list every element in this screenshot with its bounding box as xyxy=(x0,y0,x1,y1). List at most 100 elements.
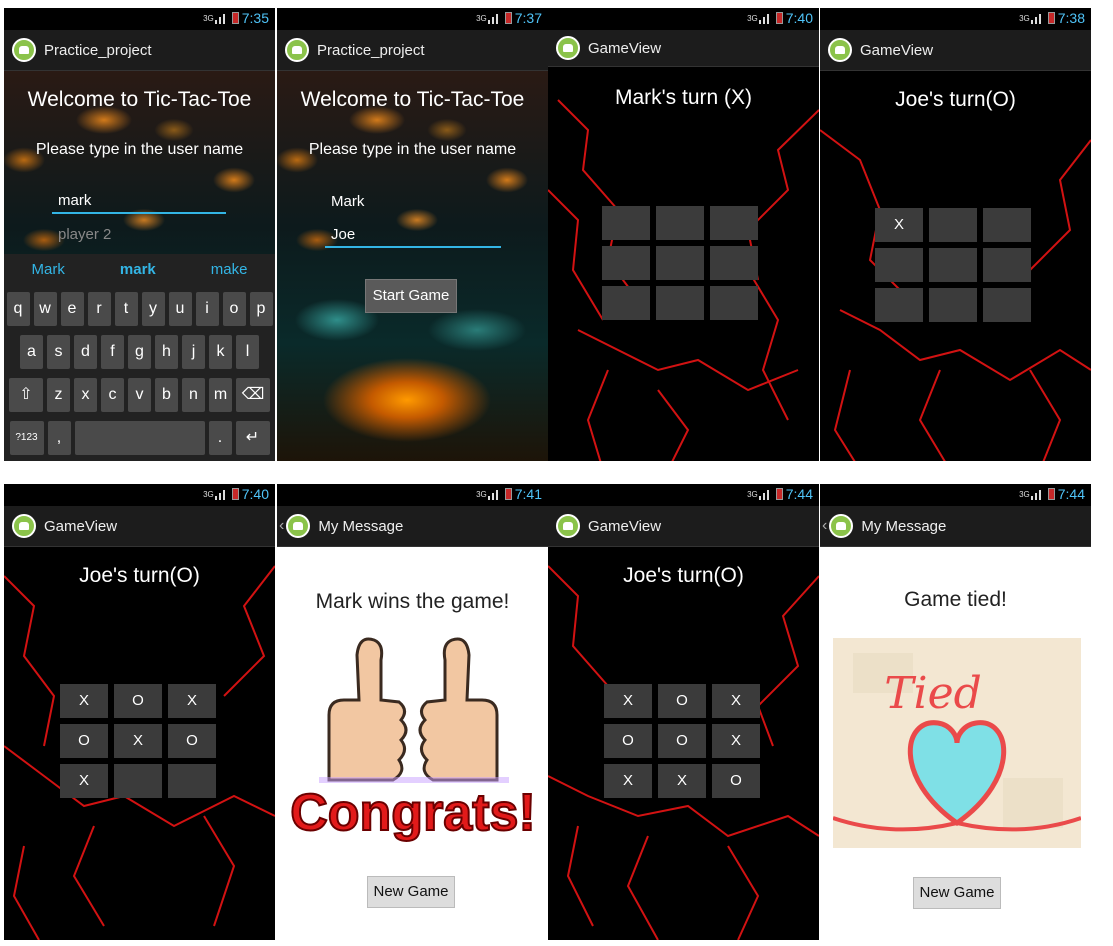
board-cell[interactable]: O xyxy=(604,724,652,758)
suggestion-item[interactable]: make xyxy=(211,261,248,278)
board-cell[interactable] xyxy=(983,248,1031,282)
key[interactable]: m xyxy=(209,378,232,412)
key[interactable]: x xyxy=(74,378,97,412)
key[interactable]: w xyxy=(33,292,57,326)
board-cell[interactable] xyxy=(168,764,216,798)
key[interactable]: e xyxy=(60,292,84,326)
key[interactable]: h xyxy=(155,335,178,369)
board-cell[interactable] xyxy=(710,246,758,280)
symbols-key[interactable]: ?123 xyxy=(9,421,44,455)
enter-key[interactable]: ↵ xyxy=(235,421,270,455)
board-cell[interactable] xyxy=(929,248,977,282)
key[interactable]: l xyxy=(236,335,259,369)
back-chevron-icon[interactable]: ‹ xyxy=(279,517,284,535)
key[interactable]: a xyxy=(20,335,43,369)
board-cell[interactable]: X xyxy=(712,724,760,758)
android-app-icon[interactable] xyxy=(556,514,580,538)
suggestion-item[interactable]: mark xyxy=(120,261,156,278)
board-cell[interactable]: O xyxy=(168,724,216,758)
player2-input[interactable]: Joe xyxy=(325,226,501,248)
board-cell[interactable]: X xyxy=(712,684,760,718)
board-cell[interactable]: X xyxy=(875,208,923,242)
key[interactable]: u xyxy=(168,292,192,326)
board-cell[interactable] xyxy=(710,206,758,240)
board-cell[interactable]: X xyxy=(658,764,706,798)
board-cell[interactable] xyxy=(602,206,650,240)
congrats-image: Congrats! xyxy=(289,630,537,862)
key[interactable]: g xyxy=(128,335,151,369)
board-cell[interactable] xyxy=(656,246,704,280)
space-key[interactable] xyxy=(74,421,205,455)
board-cell[interactable]: O xyxy=(114,684,162,718)
board-cell[interactable] xyxy=(710,286,758,320)
app-title: My Message xyxy=(861,517,947,535)
key[interactable]: b xyxy=(155,378,178,412)
key-row-2: a s d f g h j k l xyxy=(4,335,275,369)
key[interactable]: c xyxy=(101,378,124,412)
board-cell[interactable] xyxy=(983,288,1031,322)
board-cell[interactable]: O xyxy=(60,724,108,758)
android-app-icon[interactable] xyxy=(285,38,309,62)
board-cell[interactable]: X xyxy=(60,764,108,798)
board-cell[interactable]: X xyxy=(168,684,216,718)
key[interactable]: f xyxy=(101,335,124,369)
board-cell[interactable] xyxy=(656,286,704,320)
board-cell[interactable]: O xyxy=(658,684,706,718)
player1-input[interactable]: mark xyxy=(52,192,226,214)
action-bar: ‹ My Message xyxy=(820,506,1091,547)
start-game-button[interactable]: Start Game xyxy=(365,279,457,313)
android-app-icon[interactable] xyxy=(829,514,854,538)
back-chevron-icon[interactable]: ‹ xyxy=(822,517,827,535)
board-cell[interactable]: X xyxy=(604,684,652,718)
status-time: 7:38 xyxy=(1057,10,1085,26)
key[interactable]: r xyxy=(87,292,111,326)
key[interactable]: s xyxy=(47,335,70,369)
board-cell[interactable]: X xyxy=(60,684,108,718)
new-game-button[interactable]: New Game xyxy=(913,877,1001,909)
key[interactable]: o xyxy=(222,292,246,326)
suggestion-strip: Mark mark make xyxy=(4,254,275,284)
comma-key[interactable]: , xyxy=(47,421,71,455)
app-title: GameView xyxy=(588,517,662,535)
board-cell[interactable] xyxy=(114,764,162,798)
board-cell[interactable] xyxy=(929,208,977,242)
new-game-button[interactable]: New Game xyxy=(367,876,455,908)
android-app-icon[interactable] xyxy=(828,38,852,62)
player2-input[interactable]: player 2 xyxy=(52,226,226,248)
shift-key[interactable]: ⇧ xyxy=(9,378,43,412)
action-bar: GameView xyxy=(4,506,275,547)
key[interactable]: k xyxy=(209,335,232,369)
android-app-icon[interactable] xyxy=(12,514,36,538)
board-cell[interactable]: X xyxy=(114,724,162,758)
board-cell[interactable] xyxy=(875,248,923,282)
board-cell[interactable] xyxy=(656,206,704,240)
board-cell[interactable] xyxy=(602,286,650,320)
board-cell[interactable] xyxy=(875,288,923,322)
board-cell[interactable] xyxy=(983,208,1031,242)
key[interactable]: z xyxy=(47,378,70,412)
key[interactable]: i xyxy=(195,292,219,326)
suggestion-item[interactable]: Mark xyxy=(32,261,65,278)
status-time: 7:37 xyxy=(514,10,542,26)
board-cell[interactable]: X xyxy=(604,764,652,798)
key[interactable]: d xyxy=(74,335,97,369)
period-key[interactable]: . xyxy=(208,421,232,455)
key[interactable]: v xyxy=(128,378,151,412)
key[interactable]: t xyxy=(114,292,138,326)
board-cell[interactable] xyxy=(602,246,650,280)
board-cell[interactable]: O xyxy=(658,724,706,758)
player1-input[interactable]: Mark xyxy=(325,193,499,215)
key[interactable]: n xyxy=(182,378,205,412)
key[interactable]: j xyxy=(182,335,205,369)
key[interactable]: q xyxy=(6,292,30,326)
signal-icon xyxy=(1030,12,1045,24)
congrats-caption: Congrats! xyxy=(290,784,536,842)
key[interactable]: y xyxy=(141,292,165,326)
android-app-icon[interactable] xyxy=(12,38,36,62)
key[interactable]: p xyxy=(249,292,273,326)
android-app-icon[interactable] xyxy=(556,36,580,60)
backspace-key[interactable]: ⌫ xyxy=(236,378,270,412)
board-cell[interactable] xyxy=(929,288,977,322)
board-cell[interactable]: O xyxy=(712,764,760,798)
android-app-icon[interactable] xyxy=(286,514,311,538)
